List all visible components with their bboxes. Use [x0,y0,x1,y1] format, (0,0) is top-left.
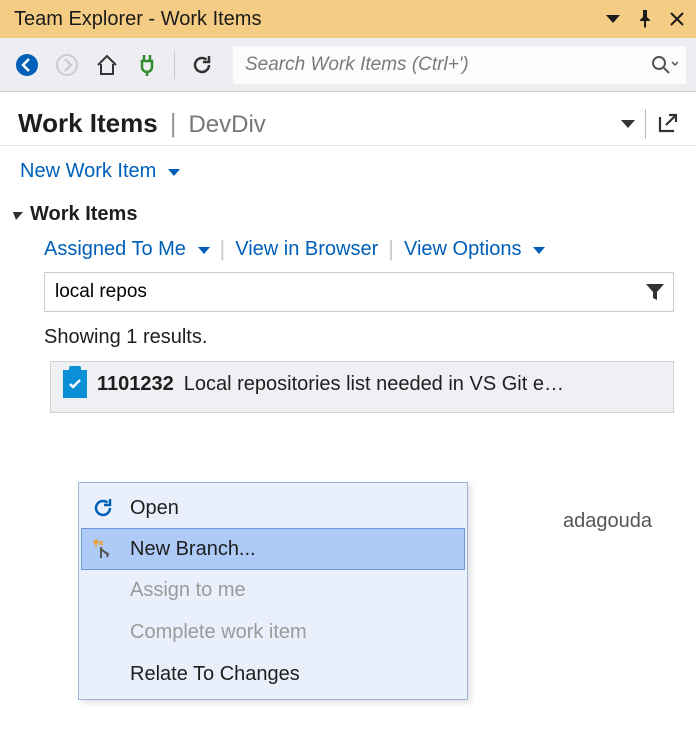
header-divider [645,109,646,139]
menu-assign-label: Assign to me [130,579,246,602]
menu-new-branch-label: New Branch... [130,538,256,561]
chevron-down-icon [198,238,210,261]
view-browser-link[interactable]: View in Browser [235,238,378,261]
home-button[interactable] [90,48,124,82]
menu-relate-changes[interactable]: Relate To Changes [82,653,464,695]
search-input[interactable] [245,54,650,76]
project-name: DevDiv [188,111,265,139]
title-bar: Team Explorer - Work Items [0,0,696,38]
filter-separator: | [220,236,226,262]
page-header: Work Items | DevDiv [0,92,696,145]
view-options-link[interactable]: View Options [404,238,545,261]
work-item-card[interactable]: 1101232 Local repositories list needed i… [50,361,674,413]
close-icon[interactable] [668,10,686,28]
menu-open[interactable]: Open [82,487,464,529]
popout-icon[interactable] [656,113,678,135]
work-item-type-icon [63,370,87,398]
section-header[interactable]: Work Items [0,197,696,234]
forward-button [50,48,84,82]
menu-assign-to-me: Assign to me [82,569,464,611]
chevron-down-icon [168,160,180,183]
page-title: Work Items [18,108,158,139]
new-item-row: New Work Item [0,145,696,197]
work-item-assignee-partial: adagouda [563,510,652,533]
toolbar [0,38,696,92]
back-button[interactable] [10,48,44,82]
search-box[interactable] [233,46,686,84]
window-menu-icon[interactable] [604,10,622,28]
filter-box[interactable] [44,272,674,312]
menu-complete-label: Complete work item [130,621,307,644]
refresh-button[interactable] [185,48,219,82]
chevron-down-icon [533,238,545,261]
menu-complete: Complete work item [82,611,464,653]
menu-open-label: Open [130,497,179,520]
menu-new-branch[interactable]: New Branch... [81,528,465,570]
window-controls [604,10,686,28]
breadcrumb-separator: | [170,108,177,139]
search-icon[interactable] [650,54,678,76]
context-menu: Open New Branch... Assign to me Complete… [78,482,468,700]
results-count: Showing 1 results. [0,312,696,359]
filter-input[interactable] [55,281,645,303]
new-work-item-link[interactable]: New Work Item [20,160,180,182]
open-icon [90,497,116,519]
filter-icon[interactable] [645,283,665,301]
work-item-id: 1101232 [97,373,174,396]
section-title: Work Items [30,203,137,226]
assigned-filter[interactable]: Assigned To Me [44,238,210,261]
filter-separator: | [388,236,394,262]
menu-relate-label: Relate To Changes [130,663,300,686]
pin-icon[interactable] [636,10,654,28]
work-item-title: Local repositories list needed in VS Git… [184,373,661,396]
branch-icon [90,538,116,560]
connect-button[interactable] [130,48,164,82]
filters-row: Assigned To Me | View in Browser | View … [0,234,696,272]
collapse-icon [12,209,24,221]
window-title: Team Explorer - Work Items [14,8,261,31]
header-menu-icon[interactable] [621,120,635,128]
new-work-item-label: New Work Item [20,160,156,182]
toolbar-divider [174,51,175,79]
